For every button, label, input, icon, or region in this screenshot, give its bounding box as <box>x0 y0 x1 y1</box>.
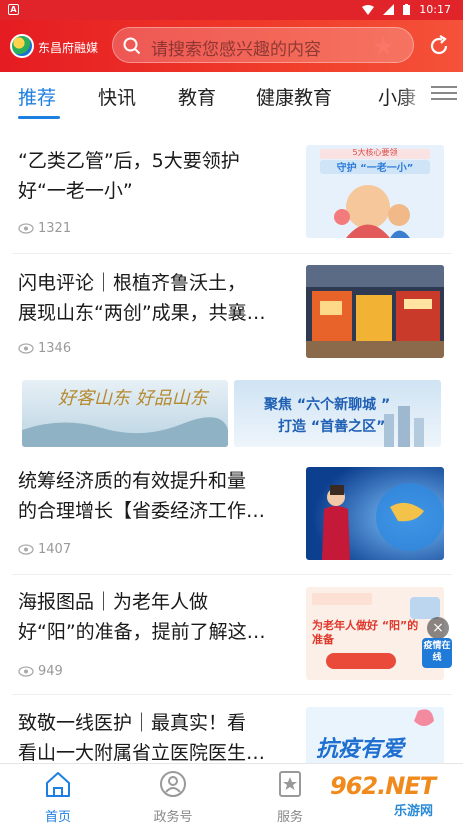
banner-text-line2: 打造 “首善之区” <box>278 419 386 435</box>
watermark-sub: 乐游网 <box>394 804 434 819</box>
eye-icon <box>18 544 34 555</box>
banner-text-line1: 聚焦 “六个新聊城 ” <box>264 397 391 413</box>
search-input[interactable]: 请搜索您感兴趣的内容 ★ <box>112 27 414 63</box>
news-title: 统筹经济质的有效提升和量 的合理增长【省委经济工作… <box>18 470 266 522</box>
brand-name: 东昌府融媒 <box>38 41 99 55</box>
promo-banner[interactable]: 聚焦 “六个新聊城 ” 打造 “首善之区” <box>234 380 441 447</box>
news-title: “乙类乙管”后，5大要领护 好“一老一小” <box>18 150 240 202</box>
search-placeholder: 请搜索您感兴趣的内容 <box>151 40 321 60</box>
banner-text: 好客山东 好品山东 <box>58 388 208 409</box>
news-title: 闪电评论｜根植齐鲁沃土， 展现山东“两创”成果，共襄… <box>18 272 266 324</box>
news-thumbnail <box>306 467 444 560</box>
view-count: 1407 <box>18 542 71 557</box>
news-title: 致敬一线医护｜最真实！看 看山一大附属省立医院医生… <box>18 712 266 764</box>
service-icon <box>279 771 301 797</box>
tab-education[interactable]: 教育 <box>178 83 216 110</box>
app-logo-icon <box>10 34 34 58</box>
close-icon[interactable]: × <box>427 617 449 639</box>
notification-badge: A <box>8 4 19 15</box>
home-icon <box>46 772 70 797</box>
eye-icon <box>18 343 34 354</box>
eye-icon <box>18 223 34 234</box>
nav-service[interactable]: 服务 <box>250 770 330 825</box>
clock: 10:17 <box>419 3 451 16</box>
refresh-icon[interactable] <box>427 34 451 58</box>
channel-menu-icon[interactable] <box>431 82 457 104</box>
tab-recommended[interactable]: 推荐 <box>18 83 56 110</box>
watermark-brand: 962.NET <box>330 772 436 800</box>
promo-banner[interactable]: 好客山东 好品山东 <box>22 380 228 447</box>
app-header: 东昌府融媒 请搜索您感兴趣的内容 ★ <box>0 20 463 72</box>
view-count: 949 <box>18 664 63 679</box>
tab-news-flash[interactable]: 快讯 <box>98 83 136 110</box>
news-title: 海报图品｜为老年人做 好“阳”的准备，提前了解这… <box>18 591 266 643</box>
status-bar: A 10:17 <box>0 0 463 20</box>
site-watermark: 962.NET 乐游网 <box>326 768 460 819</box>
view-count: 1321 <box>18 221 71 236</box>
eye-icon <box>18 666 34 677</box>
tab-health-education[interactable]: 健康教育 <box>256 83 332 110</box>
battery-icon <box>403 4 411 15</box>
search-icon <box>123 37 141 55</box>
news-thumbnail <box>306 265 444 358</box>
wifi-icon <box>362 4 375 15</box>
active-tab-indicator <box>18 116 60 119</box>
news-thumbnail: 5大核心要领 守护 “一老一小” <box>306 145 444 238</box>
channel-tabs: 推荐 快讯 教育 健康教育 小康 <box>0 72 463 122</box>
nav-home[interactable]: 首页 <box>18 770 98 825</box>
star-decoration-icon: ★ <box>371 32 395 62</box>
government-account-icon <box>160 771 186 797</box>
view-count: 1346 <box>18 341 71 356</box>
news-thumbnail: 抗疫有爱 <box>306 707 444 763</box>
epidemic-online-badge[interactable]: 疫情在线 <box>422 638 452 668</box>
signal-icon <box>383 4 395 15</box>
nav-government-account[interactable]: 政务号 <box>133 770 213 825</box>
